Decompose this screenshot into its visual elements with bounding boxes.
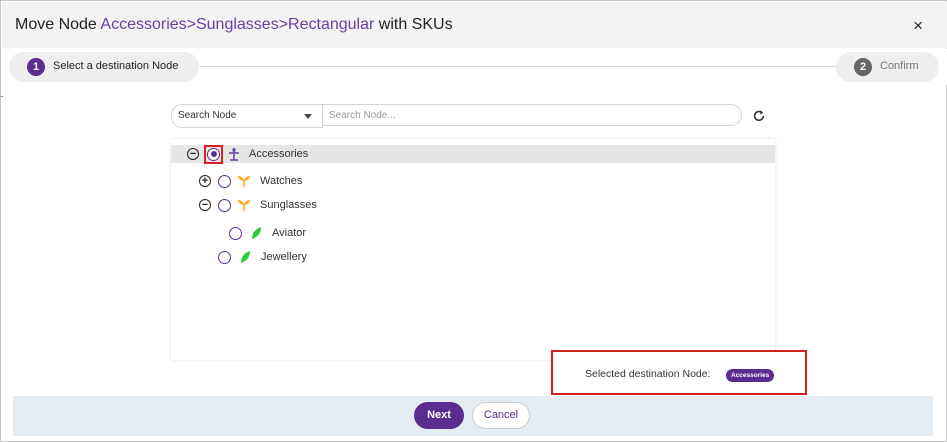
step-label: Select a destination Node (53, 60, 179, 72)
node-radio-accessories[interactable] (207, 147, 220, 161)
leaf-icon (252, 227, 261, 239)
title-node-path: Accessories>Sunglasses>Rectangular (100, 16, 375, 33)
leaf-icon (241, 251, 250, 263)
node-label: Watches (260, 175, 303, 187)
node-label: Aviator (272, 227, 307, 239)
tree-row-watches[interactable]: + Watches (199, 172, 302, 190)
cancel-button[interactable]: Cancel (472, 402, 530, 429)
collapse-icon[interactable]: − (187, 148, 199, 160)
tree-row-accessories[interactable]: − Accessories (171, 144, 775, 164)
search-mode-value: Search Node (178, 110, 237, 121)
step-confirm[interactable]: 2 Confirm (836, 52, 939, 82)
node-label: Sunglasses (260, 199, 317, 211)
step-number-badge: 2 (854, 58, 872, 76)
expand-icon[interactable]: + (199, 175, 211, 187)
selected-radio-highlight (204, 144, 223, 164)
stepper-connector (197, 66, 837, 67)
collapse-icon[interactable]: − (199, 199, 211, 211)
search-node-input[interactable] (322, 104, 742, 126)
search-mode-select[interactable]: Search Node (171, 104, 323, 128)
tree-row-jewellery[interactable]: Jewellery (218, 248, 307, 266)
tree-row-sunglasses[interactable]: − Sunglasses (199, 196, 317, 214)
radio-dot (210, 151, 217, 157)
caret-down-icon (304, 114, 312, 119)
dialog-title: Move Node Accessories>Sunglasses>Rectang… (15, 16, 453, 34)
node-label: Jewellery (261, 251, 307, 263)
sprout-icon (238, 176, 250, 187)
sprout-icon (238, 200, 250, 211)
dialog-header: Move Node Accessories>Sunglasses>Rectang… (2, 2, 947, 48)
next-button[interactable]: Next (414, 402, 464, 429)
stepper: 1 Select a destination Node 2 Confirm (2, 49, 947, 85)
step-select-destination[interactable]: 1 Select a destination Node (9, 52, 199, 82)
close-icon[interactable]: × (913, 16, 923, 36)
selected-destination-badge: Accessories (726, 369, 775, 382)
node-radio-jewellery[interactable] (218, 250, 231, 264)
node-tree: − Accessories + Watches − Sunglasses Avi… (171, 139, 775, 360)
category-root-icon (229, 148, 239, 161)
step-number-badge: 1 (27, 58, 45, 76)
step-label: Confirm (880, 60, 919, 72)
node-radio-aviator[interactable] (229, 226, 242, 240)
edge-marker (0, 96, 3, 97)
node-radio-watches[interactable] (218, 174, 231, 188)
title-prefix: Move Node (15, 16, 97, 33)
tree-row-aviator[interactable]: Aviator (229, 224, 306, 242)
node-label: Accessories (249, 148, 309, 160)
selected-destination-panel: Selected destination Node: Accessories (551, 350, 807, 395)
title-suffix: with SKUs (378, 16, 453, 33)
refresh-icon[interactable] (752, 109, 766, 123)
node-radio-sunglasses[interactable] (218, 198, 231, 212)
selected-destination-label: Selected destination Node: (585, 368, 711, 380)
